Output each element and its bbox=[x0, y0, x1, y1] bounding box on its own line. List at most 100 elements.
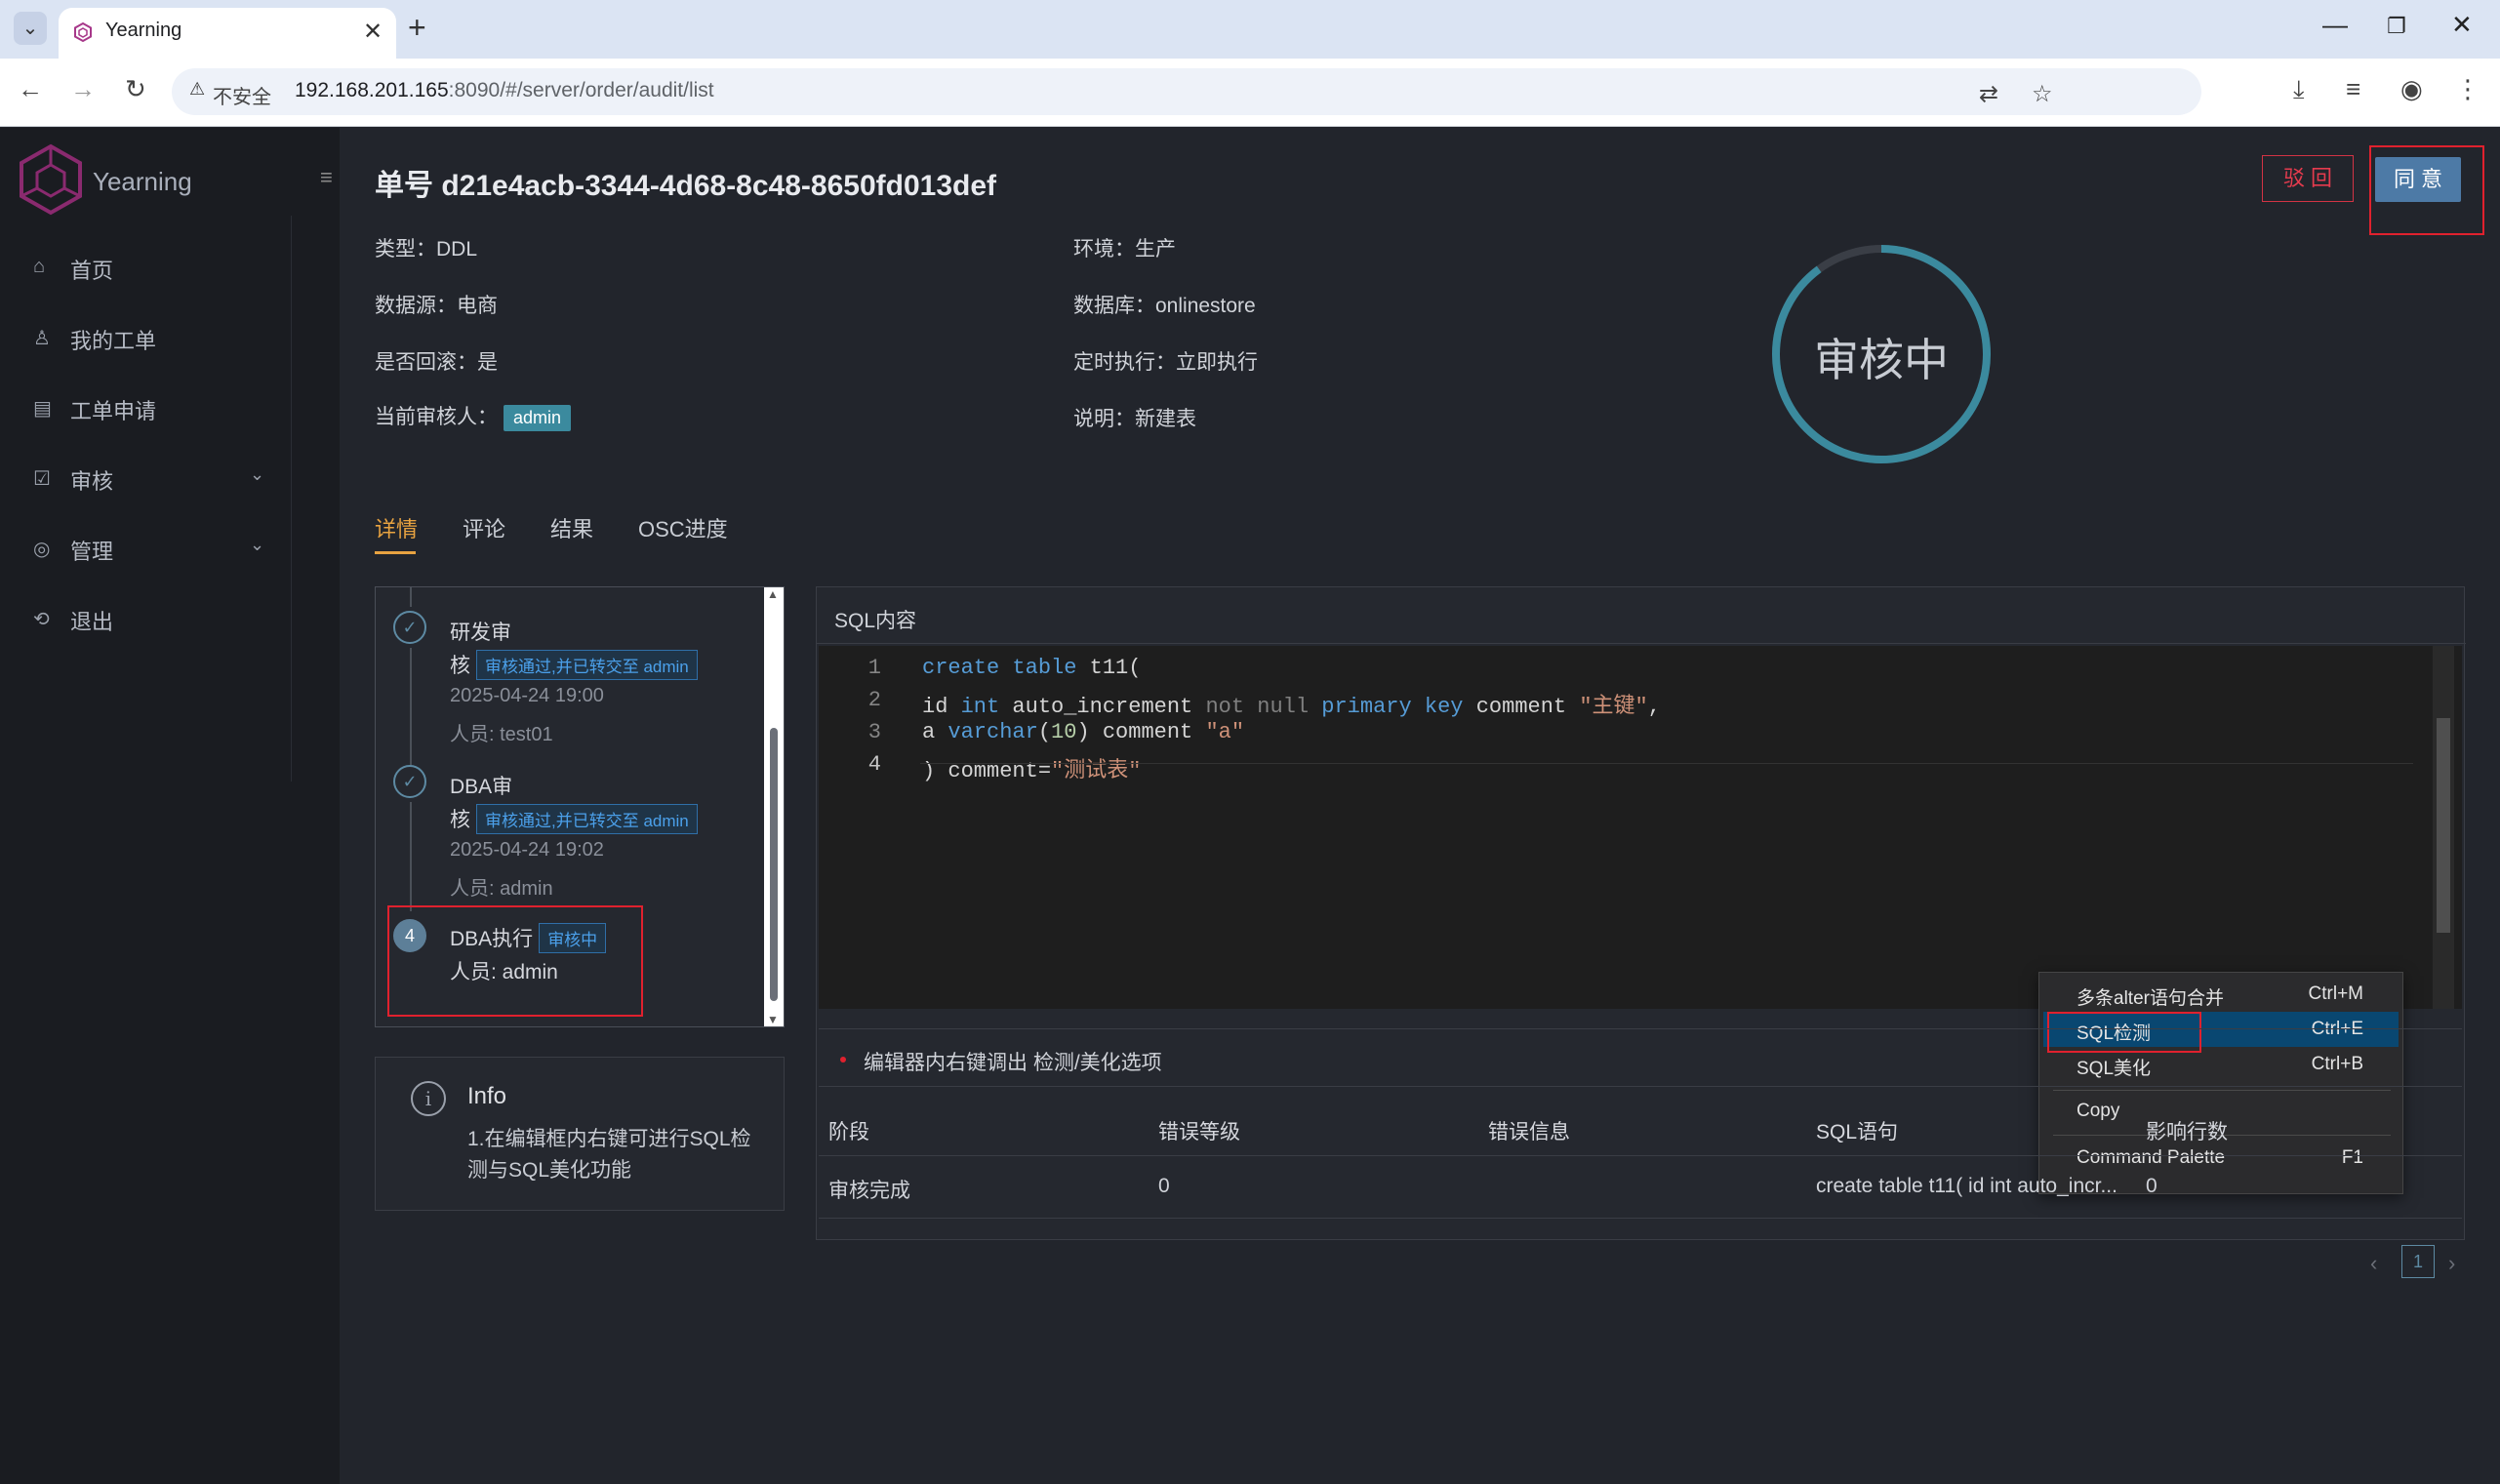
chevron-down-icon: ⌄ bbox=[250, 464, 265, 484]
column-header: 错误等级 bbox=[1158, 1121, 1240, 1143]
browser-tab[interactable]: Yearning ✕ bbox=[59, 8, 396, 59]
tab-results[interactable]: 结果 bbox=[550, 512, 593, 543]
sidebar-item-label: 工单申请 bbox=[70, 399, 157, 423]
page-number[interactable]: 1 bbox=[2401, 1245, 2435, 1278]
menu-item-command-palette[interactable]: Command Palette F1 bbox=[2043, 1141, 2399, 1176]
editor-hint: 编辑器内右键调出 检测/美化选项 bbox=[819, 1028, 2462, 1087]
highlight-box bbox=[387, 905, 643, 1017]
back-icon[interactable]: ← bbox=[18, 74, 43, 104]
page-title: 单号 d21e4acb-3344-4d68-8c48-8650fd013def bbox=[375, 170, 997, 202]
security-label[interactable]: 不安全 bbox=[213, 81, 271, 109]
header-divider bbox=[819, 1155, 2462, 1156]
order-schedule: 定时执行：立即执行 bbox=[1073, 351, 1258, 374]
restore-icon[interactable]: ❐ bbox=[2387, 14, 2406, 39]
info-title: Info bbox=[467, 1083, 507, 1109]
url-text[interactable]: 192.168.201.165:8090/#/server/order/audi… bbox=[295, 79, 714, 102]
window-close-icon[interactable]: ✕ bbox=[2451, 10, 2473, 40]
approval-timeline: ✓ 研发审 核审核通过,并已转交至 admin 2025-04-24 19:00… bbox=[375, 586, 785, 1027]
scroll-up-icon[interactable]: ▲ bbox=[767, 587, 779, 601]
timeline-step: ✓ DBA审 核审核通过,并已转交至 admin 2025-04-24 19:0… bbox=[376, 765, 756, 911]
step-person: 人员: admin bbox=[450, 878, 553, 900]
status-tag: 审核通过,并已转交至 admin bbox=[476, 650, 698, 680]
audit-icon: ☑ bbox=[33, 468, 51, 490]
chevron-right-icon[interactable]: › bbox=[2448, 1251, 2455, 1276]
translate-icon[interactable]: ⇄ bbox=[1979, 80, 1998, 108]
menu-item-label: Command Palette bbox=[2077, 1147, 2226, 1168]
chevron-left-icon[interactable]: ‹ bbox=[2370, 1251, 2377, 1276]
sidebar-item-apply[interactable]: ▤ 工单申请 bbox=[0, 379, 293, 437]
sidebar-item-label: 首页 bbox=[70, 259, 114, 283]
order-rollback: 是否回滚：是 bbox=[375, 351, 498, 374]
code-line: ) comment="测试表" bbox=[922, 759, 1142, 783]
scroll-down-icon[interactable]: ▼ bbox=[767, 1013, 779, 1026]
download-icon[interactable]: ⤓ bbox=[2293, 74, 2305, 105]
tab-osc-progress[interactable]: OSC进度 bbox=[638, 512, 728, 543]
timeline-scroll-thumb[interactable] bbox=[770, 728, 778, 1001]
logo-text: Yearning bbox=[93, 167, 192, 196]
profile-icon[interactable]: ◉ bbox=[2400, 74, 2423, 104]
timeline-step: ✓ 研发审 核审核通过,并已转交至 admin 2025-04-24 19:00… bbox=[376, 611, 756, 767]
timeline-connector bbox=[410, 648, 412, 767]
media-control-icon[interactable]: ≡ bbox=[2346, 74, 2360, 104]
reload-icon[interactable]: ↻ bbox=[125, 74, 146, 104]
sidebar-item-logout[interactable]: ⟲ 退出 bbox=[0, 589, 293, 648]
settings-icon: ◎ bbox=[33, 539, 51, 560]
sidebar-item-manage[interactable]: ◎ 管理 ⌄ bbox=[0, 519, 293, 578]
main-content: 单号 d21e4acb-3344-4d68-8c48-8650fd013def … bbox=[340, 128, 2500, 1484]
info-card: i Info 1.在编辑框内右键可进行SQL检测与SQL美化功能 bbox=[375, 1057, 785, 1211]
sidebar-item-home[interactable]: ⌂ 首页 bbox=[0, 238, 293, 297]
tab-detail[interactable]: 详情 bbox=[375, 512, 418, 543]
status-tag: 审核通过,并已转交至 admin bbox=[476, 804, 698, 834]
step-name-tail: 核 bbox=[450, 655, 470, 677]
sidebar-item-audit[interactable]: ☑ 审核 ⌄ bbox=[0, 449, 293, 507]
omnibox[interactable]: ⚠ 不安全 192.168.201.165:8090/#/server/orde… bbox=[172, 68, 2201, 115]
new-tab-icon[interactable]: + bbox=[408, 10, 426, 46]
step-person: 人员: test01 bbox=[450, 724, 553, 745]
more-menu-icon[interactable]: ⋮ bbox=[2455, 74, 2480, 104]
code-line: a varchar(10) comment "a" bbox=[922, 720, 1245, 744]
sidebar-item-label: 退出 bbox=[70, 610, 114, 634]
minimize-icon[interactable]: — bbox=[2322, 10, 2348, 40]
column-header: 错误信息 bbox=[1488, 1121, 1570, 1143]
order-env: 环境：生产 bbox=[1073, 238, 1176, 261]
tab-search-button[interactable]: ⌄ bbox=[14, 12, 47, 45]
line-number: 1 bbox=[867, 656, 881, 680]
forward-icon[interactable]: → bbox=[70, 74, 96, 104]
order-database: 数据库：onlinestore bbox=[1073, 295, 1256, 317]
step-name: DBA审 bbox=[450, 776, 513, 798]
logout-icon: ⟲ bbox=[33, 609, 50, 630]
cell-stage: 审核完成 bbox=[828, 1180, 910, 1202]
approve-button[interactable]: 同 意 bbox=[2375, 157, 2461, 202]
sidebar-item-label: 审核 bbox=[70, 469, 114, 494]
home-icon: ⌂ bbox=[33, 256, 46, 277]
address-bar: ← → ↻ ⚠ 不安全 192.168.201.165:8090/#/serve… bbox=[0, 59, 2500, 127]
editor-scroll-thumb[interactable] bbox=[2437, 718, 2450, 933]
step-name: 研发审 bbox=[450, 622, 511, 644]
menu-item-label: Copy bbox=[2077, 1101, 2120, 1121]
order-type: 类型：DDL bbox=[375, 238, 478, 261]
column-header: 阶段 bbox=[828, 1121, 869, 1143]
timeline-connector bbox=[410, 802, 412, 911]
info-icon: i bbox=[411, 1081, 446, 1116]
column-header: 影响行数 bbox=[2146, 1121, 2228, 1143]
sidebar-item-my-orders[interactable]: ♙ 我的工单 bbox=[0, 308, 293, 367]
sidebar: Yearning ≡ ⌂ 首页 ♙ 我的工单 ▤ 工单申请 ☑ 审核 ⌄ ◎ 管… bbox=[0, 128, 340, 1484]
reject-button[interactable]: 驳 回 bbox=[2262, 155, 2354, 202]
url-host: 192.168.201.165 bbox=[295, 79, 449, 101]
collapse-menu-icon[interactable]: ≡ bbox=[320, 165, 333, 190]
menu-item-merge-alter[interactable]: 多条alter语句合并 Ctrl+M bbox=[2043, 977, 2399, 1012]
check-icon: ✓ bbox=[393, 765, 426, 798]
sidebar-item-label: 我的工单 bbox=[70, 329, 157, 353]
column-header: SQL语句 bbox=[1816, 1121, 1899, 1143]
step-time: 2025-04-24 19:02 bbox=[450, 839, 604, 861]
status-label: 审核中 bbox=[1814, 335, 1949, 385]
tab-close-icon[interactable]: ✕ bbox=[363, 18, 383, 46]
reviewer-label: 当前审核人： bbox=[375, 406, 498, 428]
tab-comments[interactable]: 评论 bbox=[463, 512, 505, 543]
url-path: :8090/#/server/order/audit/list bbox=[448, 79, 714, 101]
warning-icon[interactable]: ⚠ bbox=[189, 79, 205, 100]
bookmark-star-icon[interactable]: ☆ bbox=[2032, 80, 2053, 108]
sql-editor[interactable]: 1 2 3 4 create table t11( id int auto_in… bbox=[819, 646, 2462, 1194]
current-line-border bbox=[920, 763, 2413, 764]
sidebar-item-label: 管理 bbox=[70, 540, 114, 564]
